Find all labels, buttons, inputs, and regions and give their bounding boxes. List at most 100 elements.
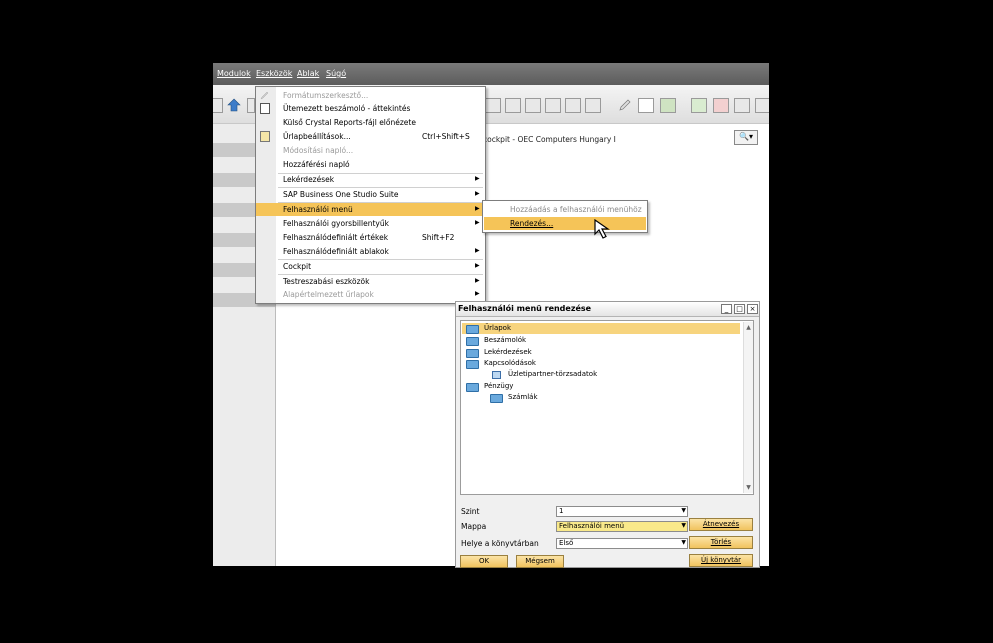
tree-item-label: Üzletipartner-törzsadatok <box>508 370 598 378</box>
rename-button-label: Átnevezés <box>702 520 740 528</box>
menu-item-user-menu[interactable]: Felhasználói menü ▶ <box>256 203 485 216</box>
submenu-arrow-icon: ▶ <box>475 219 480 226</box>
menu-item-format-editor[interactable]: Formátumszerkesztő... <box>256 89 485 102</box>
tree-item[interactable]: Pénzügy <box>462 381 740 392</box>
menu-item-scheduled-report[interactable]: Ütemezett beszámoló - áttekintés <box>256 102 485 115</box>
cancel-button-label: Mégsem <box>525 557 555 565</box>
menu-item-crystal-preview[interactable]: Külső Crystal Reports-fájl előnézete <box>256 116 485 129</box>
tree-item-label: Lekérdezések <box>484 348 532 356</box>
form-settings-icon <box>260 131 270 142</box>
close-document-icon[interactable] <box>713 98 729 113</box>
submenu-item-add-to-user-menu[interactable]: Hozzáadás a felhasználói menühöz <box>484 203 646 216</box>
toolbar-icon[interactable] <box>213 98 223 113</box>
folder-label: Mappa <box>461 522 487 531</box>
dialog-title: Felhasználói menü rendezése <box>458 304 592 313</box>
folder-icon <box>466 337 479 346</box>
toolbar-icon[interactable] <box>485 98 501 113</box>
menu-item-studio-suite[interactable]: SAP Business One Studio Suite ▶ <box>256 188 485 201</box>
submenu-arrow-icon: ▶ <box>475 277 480 284</box>
new-folder-button[interactable]: Új könyvtár <box>689 554 753 567</box>
menu-item-user-shortcuts[interactable]: Felhasználói gyorsbillentyűk ▶ <box>256 217 485 230</box>
scroll-up-icon[interactable]: ▲ <box>744 323 753 332</box>
menu-item-form-settings[interactable]: Űrlapbeállítások... Ctrl+Shift+S <box>256 130 485 143</box>
tree-item-label: Számlák <box>508 393 538 401</box>
toolbar-icon[interactable] <box>505 98 521 113</box>
menu-modulok[interactable]: Modulok <box>217 69 251 78</box>
cancel-button[interactable]: Mégsem <box>516 555 564 568</box>
toolbar-icon[interactable] <box>525 98 541 113</box>
folder-icon <box>466 349 479 358</box>
tree-item[interactable]: Űrlapok <box>462 323 740 334</box>
checklist-icon[interactable] <box>660 98 676 113</box>
close-icon[interactable]: × <box>747 304 758 314</box>
toolbar-icon[interactable] <box>545 98 561 113</box>
toolbar-icon[interactable] <box>755 98 769 113</box>
position-select[interactable]: Első ▼ <box>556 538 688 549</box>
menu-item-user-defined-windows[interactable]: Felhasználódefiniált ablakok ▶ <box>256 245 485 258</box>
submenu-arrow-icon: ▶ <box>475 205 480 212</box>
menu-item-label: Űrlapbeállítások... <box>283 132 351 141</box>
toolbar-icon[interactable] <box>565 98 581 113</box>
submenu-arrow-icon: ▶ <box>475 262 480 269</box>
ok-button[interactable]: OK <box>460 555 508 568</box>
menu-tree: Űrlapok Beszámolók Lekérdezések Kapcsoló… <box>460 320 754 495</box>
arrow-up-icon[interactable] <box>227 98 241 112</box>
chevron-down-icon: ▼ <box>681 539 686 546</box>
shortcut-label: Shift+F2 <box>422 233 455 242</box>
maximize-icon[interactable]: □ <box>734 304 745 314</box>
tree-item[interactable]: Kapcsolódások <box>462 358 740 369</box>
ok-button-label: OK <box>478 557 490 565</box>
new-document-icon[interactable] <box>638 98 654 113</box>
tree-item[interactable]: Beszámolók <box>462 335 740 346</box>
organize-user-menu-dialog: Felhasználói menü rendezése _ □ × Űrlapo… <box>455 301 760 568</box>
dialog-title-bar[interactable]: Felhasználói menü rendezése _ □ × <box>456 302 759 317</box>
menu-item-default-forms[interactable]: Alapértelmezett űrlapok ▶ <box>256 288 485 301</box>
document-icon <box>492 371 501 379</box>
calculator-icon[interactable] <box>734 98 750 113</box>
pencil-icon[interactable] <box>618 98 632 111</box>
menu-item-queries[interactable]: Lekérdezések ▶ <box>256 173 485 186</box>
submenu-arrow-icon: ▶ <box>475 190 480 197</box>
menu-item-label: Formátumszerkesztő... <box>283 91 369 100</box>
position-value: Első <box>559 539 574 547</box>
menu-item-user-defined-values[interactable]: Felhasználódefiniált értékek Shift+F2 <box>256 231 485 244</box>
menu-item-label: Felhasználódefiniált értékek <box>283 233 389 242</box>
tree-item-label: Pénzügy <box>484 382 514 390</box>
folder-icon <box>466 383 479 392</box>
folder-icon <box>466 325 479 334</box>
menu-item-label: Felhasználói menü <box>283 205 353 214</box>
delete-button[interactable]: Törlés <box>689 536 753 549</box>
level-select[interactable]: 1 ▼ <box>556 506 688 517</box>
search-button[interactable]: 🔍▾ <box>734 130 758 145</box>
position-label: Helye a könyvtárban <box>461 539 539 548</box>
menu-item-change-log[interactable]: Módosítási napló... <box>256 144 485 157</box>
form-icon[interactable] <box>691 98 707 113</box>
tools-dropdown-menu: Formátumszerkesztő... Ütemezett beszámol… <box>255 86 486 304</box>
pencil-icon <box>260 90 270 100</box>
menu-item-cockpit[interactable]: Cockpit ▶ <box>256 260 485 273</box>
menu-item-access-log[interactable]: Hozzáférési napló <box>256 158 485 171</box>
menu-item-customization-tools[interactable]: Testreszabási eszközök ▶ <box>256 275 485 288</box>
delete-button-label: Törlés <box>710 538 732 546</box>
new-folder-button-label: Új könyvtár <box>700 556 741 564</box>
submenu-arrow-icon: ▶ <box>475 247 480 254</box>
tree-item[interactable]: Lekérdezések <box>462 347 740 358</box>
menu-sugo[interactable]: Súgó <box>326 69 346 78</box>
folder-value: Felhasználói menü <box>559 522 625 530</box>
minimize-icon[interactable]: _ <box>721 304 732 314</box>
level-value: 1 <box>559 507 564 515</box>
menu-ablak[interactable]: Ablak <box>297 69 319 78</box>
report-icon <box>260 103 270 114</box>
menu-eszkozok[interactable]: Eszközök <box>256 69 292 78</box>
folder-select[interactable]: Felhasználói menü ▼ <box>556 521 688 532</box>
tree-scrollbar[interactable]: ▲ ▼ <box>743 322 753 493</box>
submenu-item-organize[interactable]: Rendezés... <box>484 217 646 230</box>
menubar: Modulok Eszközök Ablak Súgó <box>213 63 769 85</box>
menu-item-label: Külső Crystal Reports-fájl előnézete <box>283 118 416 127</box>
scroll-down-icon[interactable]: ▼ <box>744 483 753 492</box>
toolbar-icon[interactable] <box>247 98 255 113</box>
tree-item[interactable]: Üzletipartner-törzsadatok <box>462 369 740 380</box>
toolbar-icon[interactable] <box>585 98 601 113</box>
rename-button[interactable]: Átnevezés <box>689 518 753 531</box>
tree-item[interactable]: Számlák <box>462 392 740 403</box>
